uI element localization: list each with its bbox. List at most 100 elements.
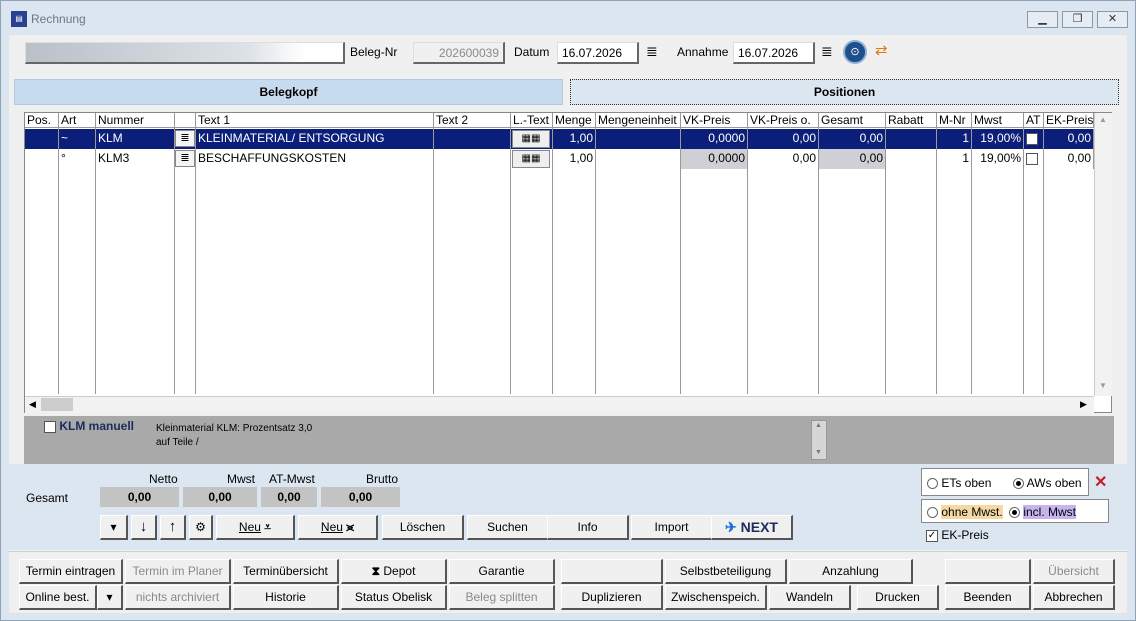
cell-text1[interactable]: BESCHAFFUNGSKOSTEN (196, 149, 434, 169)
online-best-dropdown[interactable]: ▾ (97, 585, 123, 610)
ets-oben-option[interactable]: ETs oben (927, 476, 991, 490)
selbstbeteiligung-button[interactable]: Selbstbeteiligung (665, 559, 787, 584)
cell-menge[interactable]: 1,00 (553, 129, 596, 149)
move-up-button[interactable]: ↑ (160, 515, 186, 540)
scroll-up-icon[interactable]: ▲ (1099, 115, 1107, 124)
col-header-mwst[interactable]: Mwst (972, 113, 1024, 128)
cell-mwst[interactable]: 19,00% (972, 129, 1024, 149)
status-obelisk-button[interactable]: Status Obelisk (341, 585, 447, 610)
annahme-calendar-icon[interactable]: ≣ (821, 43, 833, 60)
suchen-button[interactable]: Suchen (467, 515, 549, 540)
langtext-icon[interactable]: ▦▦ (512, 150, 550, 168)
cell-ek-preis[interactable]: 0,00 (1044, 129, 1094, 149)
ets-oben-radio[interactable] (927, 478, 938, 490)
col-header-ek-preis[interactable]: EK-Preis (1044, 113, 1094, 128)
info-scroll-up-icon[interactable]: ▲ (815, 422, 822, 429)
tab-belegkopf[interactable]: Belegkopf (14, 79, 563, 105)
cell-rabatt[interactable] (886, 129, 937, 149)
ohne-mwst-radio[interactable] (927, 507, 938, 519)
cell-art[interactable]: ~ (59, 129, 96, 149)
minimize-button[interactable]: ▁ (1027, 11, 1058, 28)
annahme-field[interactable]: 16.07.2026 (733, 42, 815, 64)
cell-m-nr[interactable]: 1 (937, 129, 972, 149)
duplizieren-button[interactable]: Duplizieren (561, 585, 663, 610)
close-button[interactable]: ✕ (1097, 11, 1128, 28)
text-list-icon[interactable]: ≣ (175, 150, 195, 167)
garantie-button[interactable]: Garantie (449, 559, 555, 584)
online-best-button[interactable]: Online best. (19, 585, 97, 610)
incl-mwst-option[interactable]: incl. Mwst (1009, 505, 1077, 519)
col-header-gesamt[interactable]: Gesamt (819, 113, 886, 128)
col-header-pos[interactable]: Pos. (25, 113, 59, 128)
drucken-button[interactable]: Drucken (857, 585, 939, 610)
cell-gesamt[interactable]: 0,00 (819, 149, 886, 169)
cell-art[interactable]: ° (59, 149, 96, 169)
info-scroll-down-icon[interactable]: ▼ (815, 449, 822, 456)
positions-grid[interactable]: Pos. Art Nummer Text 1 Text 2 L.-Text Me… (24, 112, 1112, 413)
at-checkbox[interactable] (1026, 132, 1038, 145)
text-list-icon[interactable]: ≣ (175, 130, 195, 147)
beleg-splitten-button[interactable]: Beleg splitten (449, 585, 555, 610)
cell-einheit[interactable] (596, 129, 681, 149)
move-down-button[interactable]: ↓ (131, 515, 157, 540)
ohne-mwst-option[interactable]: ohne Mwst. (927, 505, 1003, 519)
cell-ek-preis[interactable]: 0,00 (1044, 149, 1094, 169)
uebersicht-button[interactable]: Übersicht (1033, 559, 1115, 584)
cell-mwst[interactable]: 19,00% (972, 149, 1024, 169)
col-header-art[interactable]: Art (59, 113, 96, 128)
col-header-mengeneinheit[interactable]: Mengeneinheit (596, 113, 681, 128)
cell-text2[interactable] (434, 129, 511, 149)
cell-einheit[interactable] (596, 149, 681, 169)
blank-button-1[interactable] (561, 559, 663, 584)
cell-m-nr[interactable]: 1 (937, 149, 972, 169)
cell-vk-preis-o[interactable]: 0,00 (748, 129, 819, 149)
next-button[interactable]: ✈ NEXT (711, 515, 793, 540)
termin-eintragen-button[interactable]: Termin eintragen (19, 559, 123, 584)
datum-calendar-icon[interactable]: ≣ (646, 43, 658, 60)
cell-rabatt[interactable] (886, 149, 937, 169)
cell-nummer[interactable]: KLM (96, 129, 175, 149)
incl-mwst-radio[interactable] (1009, 507, 1020, 519)
ek-preis-checkbox[interactable]: ✓ (926, 529, 938, 542)
wandeln-button[interactable]: Wandeln (769, 585, 851, 610)
col-header-text2[interactable]: Text 2 (434, 113, 511, 128)
datum-field[interactable]: 16.07.2026 (557, 42, 639, 64)
nichts-archiviert-button[interactable]: nichts archiviert (125, 585, 231, 610)
settings-button[interactable]: ⚙ (189, 515, 213, 540)
abbrechen-button[interactable]: Abbrechen (1033, 585, 1115, 610)
scroll-left-icon[interactable]: ◀ (29, 399, 36, 410)
col-header-m-nr[interactable]: M-Nr (937, 113, 972, 128)
horizontal-scrollbar[interactable]: ◀ ▶ (25, 396, 1094, 413)
info-scrollbar[interactable]: ▲ ▼ (811, 420, 827, 460)
customer-field[interactable] (25, 42, 345, 64)
col-header-rabatt[interactable]: Rabatt (886, 113, 937, 128)
swap-icon[interactable]: ⇄ (875, 41, 888, 59)
scroll-right-icon[interactable]: ▶ (1080, 399, 1087, 410)
terminuebersicht-button[interactable]: Terminübersicht (233, 559, 339, 584)
beenden-button[interactable]: Beenden (945, 585, 1031, 610)
aws-oben-option[interactable]: AWs oben (1013, 476, 1082, 490)
info-button[interactable]: Info (547, 515, 629, 540)
col-header-vk-preis-o[interactable]: VK-Preis o. (748, 113, 819, 128)
restore-button[interactable]: ❐ (1062, 11, 1093, 28)
ek-preis-option[interactable]: ✓ EK-Preis (926, 528, 989, 542)
col-header-menge[interactable]: Menge (553, 113, 596, 128)
tab-positionen[interactable]: Positionen (570, 79, 1119, 105)
aws-oben-radio[interactable] (1013, 478, 1024, 490)
zwischenspeichern-button[interactable]: Zwischenspeich. (665, 585, 767, 610)
langtext-icon[interactable]: ▦▦ (512, 130, 550, 148)
dropdown-button[interactable]: ▾ (100, 515, 128, 540)
cell-nummer[interactable]: KLM3 (96, 149, 175, 169)
vehicle-icon[interactable]: ⊙ (843, 40, 867, 64)
col-header-nummer[interactable]: Nummer (96, 113, 175, 128)
vertical-scrollbar[interactable]: ▲ ▼ (1094, 113, 1112, 396)
historie-button[interactable]: Historie (233, 585, 339, 610)
loeschen-button[interactable]: Löschen (382, 515, 464, 540)
col-header-text-icon[interactable] (175, 113, 196, 128)
cell-gesamt[interactable]: 0,00 (819, 129, 886, 149)
delete-icon[interactable]: ✕ (1094, 472, 1107, 492)
termin-im-planer-button[interactable]: Termin im Planer (125, 559, 231, 584)
cell-vk-preis[interactable]: 0,0000 (681, 149, 748, 169)
blank-button-2[interactable] (945, 559, 1031, 584)
klm-manuell[interactable]: KLM manuell (44, 419, 134, 433)
